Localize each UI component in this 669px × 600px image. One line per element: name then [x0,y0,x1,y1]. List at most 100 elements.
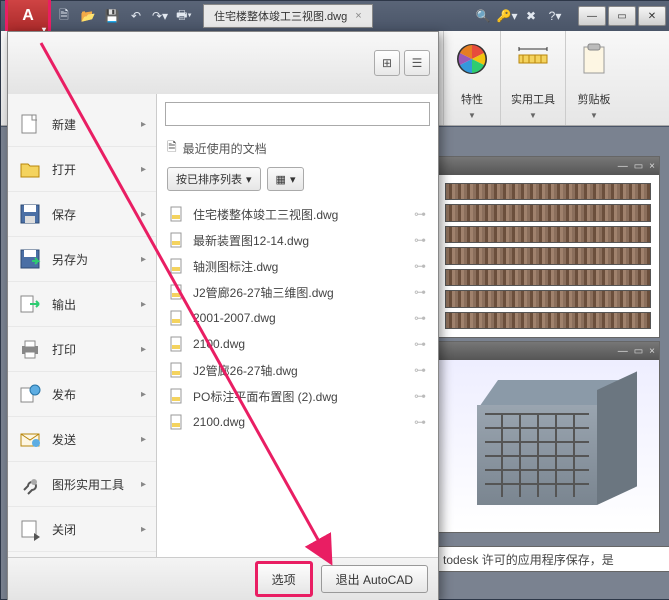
recent-docs-label: 最近使用的文档 [183,140,267,157]
menu-item-print[interactable]: 打印▸ [8,327,156,372]
export-icon [18,292,42,316]
recent-file-item[interactable]: 最新装置图12-14.dwg ⊶ [163,227,432,253]
ribbon-panel-clipboard[interactable]: 剪贴板▼ [565,31,622,125]
document-tab[interactable]: 住宅楼整体竣工三视图.dwg × [203,4,373,28]
key-icon[interactable]: 🔑▾ [496,5,518,27]
menu-item-label: 保存 [52,206,76,223]
maximize-icon[interactable]: ▭ [634,161,643,172]
search-input[interactable] [165,102,430,126]
chevron-right-icon: ▸ [141,119,146,130]
chevron-right-icon: ▸ [141,254,146,265]
pin-icon[interactable]: ⊶ [414,207,426,221]
binoculars-icon[interactable]: 🔍 [472,5,494,27]
chevron-right-icon: ▸ [141,164,146,175]
maximize-icon[interactable]: ▭ [634,346,643,357]
file-name: J2管廊26-27轴三维图.dwg [193,284,406,301]
close-icon [18,517,42,541]
help-search-area: 🔍 🔑▾ ✖ ?▾ [472,5,570,27]
new-icon [18,112,42,136]
dwg-file-icon [169,284,185,300]
menu-item-export[interactable]: 输出▸ [8,282,156,327]
ribbon-panel-properties[interactable]: 特性▼ [443,31,500,125]
close-icon[interactable]: × [649,161,655,172]
recent-sort-bar: 按已排序列表 ▾ ▦ ▾ [157,163,438,199]
minimize-button[interactable]: — [578,6,606,26]
pin-icon[interactable]: ⊶ [414,415,426,429]
file-name: PO标注平面布置图 (2).dwg [193,388,406,405]
preview-titlebar: — ▭ × [437,157,659,175]
app-menu-footer: 选项 退出 AutoCAD [8,557,438,600]
chevron-right-icon: ▸ [141,344,146,355]
panel-label: 剪贴板 [578,92,611,108]
sort-dropdown[interactable]: 按已排序列表 ▾ [167,167,261,191]
menu-item-save[interactable]: 保存▸ [8,192,156,237]
dwg-file-icon [169,336,185,352]
menu-item-new[interactable]: 新建▸ [8,102,156,147]
menu-item-close[interactable]: 关闭▸ [8,507,156,552]
chevron-down-icon: ▼ [529,111,537,120]
close-icon[interactable]: × [355,10,361,22]
preview-window-1: — ▭ × [436,156,660,338]
file-name: J2管廊26-27轴.dwg [193,362,406,379]
qat-undo-icon[interactable]: ↶ [125,5,147,27]
menu-item-label: 图形实用工具 [52,476,124,493]
qat-open-icon[interactable]: 📂 [77,5,99,27]
dwg-file-icon [169,232,185,248]
recent-file-item[interactable]: 轴测图标注.dwg⊶ [163,253,432,279]
pin-icon[interactable]: ⊶ [414,389,426,403]
panel-label: 实用工具 [511,92,555,108]
pin-icon[interactable]: ⊶ [414,285,426,299]
qat-redo-icon[interactable]: ↷▾ [149,5,171,27]
preview-titlebar: — ▭ × [437,342,659,360]
recent-file-item[interactable]: PO标注平面布置图 (2).dwg ⊶ [163,383,432,409]
app-menu-right-pane: 🗎 最近使用的文档 按已排序列表 ▾ ▦ ▾ 住宅楼整体竣工三视图.dwg⊶最新… [157,94,438,557]
menu-item-label: 发送 [52,431,76,448]
recent-file-item[interactable]: J2管廊26-27轴.dwg ⊶ [163,357,432,383]
menu-item-publish[interactable]: 发布 ▸ [8,372,156,417]
app-window: A ▾ 🗎 📂 💾 ↶ ↷▾ 🖶▾ 住宅楼整体竣工三视图.dwg × 🔍 🔑▾ … [0,0,669,600]
recent-file-item[interactable]: 2100.dwg⊶ [163,409,432,435]
saveas-icon [18,247,42,271]
ribbon-panel-utilities[interactable]: 实用工具 ▼ [500,31,565,125]
dwg-file-icon [169,310,185,326]
view-mode-dropdown[interactable]: ▦ ▾ [267,167,305,191]
exchange-icon[interactable]: ✖ [520,5,542,27]
pin-icon[interactable]: ⊶ [414,259,426,273]
menu-item-send[interactable]: 发送 ▸ [8,417,156,462]
help-icon[interactable]: ?▾ [544,5,566,27]
options-button[interactable]: 选项 [255,561,313,597]
menu-item-open[interactable]: 打开▸ [8,147,156,192]
recent-file-item[interactable]: 2100.dwg ⊶ [163,331,432,357]
recent-file-item[interactable]: 住宅楼整体竣工三视图.dwg⊶ [163,201,432,227]
small-icons-button[interactable]: ⊞ [374,50,400,76]
close-icon[interactable]: × [649,346,655,357]
minimize-icon[interactable]: — [618,161,628,172]
chevron-right-icon: ▸ [141,434,146,445]
panel-label: 特性 [461,92,483,108]
application-menu: ⊞ ☰ 新建▸打开▸保存▸另存为▸输出▸打印▸发布▸发送▸图形实用工具▸关闭▸ … [7,31,439,600]
qat-print-icon[interactable]: 🖶▾ [173,5,195,27]
menu-item-dwgutil[interactable]: 图形实用工具▸ [8,462,156,507]
pin-icon[interactable]: ⊶ [414,311,426,325]
recent-file-item[interactable]: 2001-2007.dwg⊶ [163,305,432,331]
pin-icon[interactable]: ⊶ [414,337,426,351]
chevron-down-icon: ▾ [290,173,296,186]
large-icons-button[interactable]: ☰ [404,50,430,76]
pin-icon[interactable]: ⊶ [414,233,426,247]
file-name: 2100.dwg [193,337,406,351]
maximize-button[interactable]: ▭ [608,6,636,26]
print-icon [18,337,42,361]
exit-button[interactable]: 退出 AutoCAD [321,565,428,593]
menu-item-label: 发布 [52,386,76,403]
pin-icon[interactable]: ⊶ [414,363,426,377]
close-button[interactable]: ✕ [638,6,666,26]
minimize-icon[interactable]: — [618,346,628,357]
clipboard-icon [576,41,612,77]
grid-icon: ▦ [276,173,286,186]
qat-save-icon[interactable]: 💾 [101,5,123,27]
menu-item-saveas[interactable]: 另存为▸ [8,237,156,282]
file-name: 最新装置图12-14.dwg [193,232,406,249]
recent-file-item[interactable]: J2管廊26-27轴三维图.dwg ⊶ [163,279,432,305]
chevron-right-icon: ▸ [141,389,146,400]
qat-new-icon[interactable]: 🗎 [53,5,75,27]
